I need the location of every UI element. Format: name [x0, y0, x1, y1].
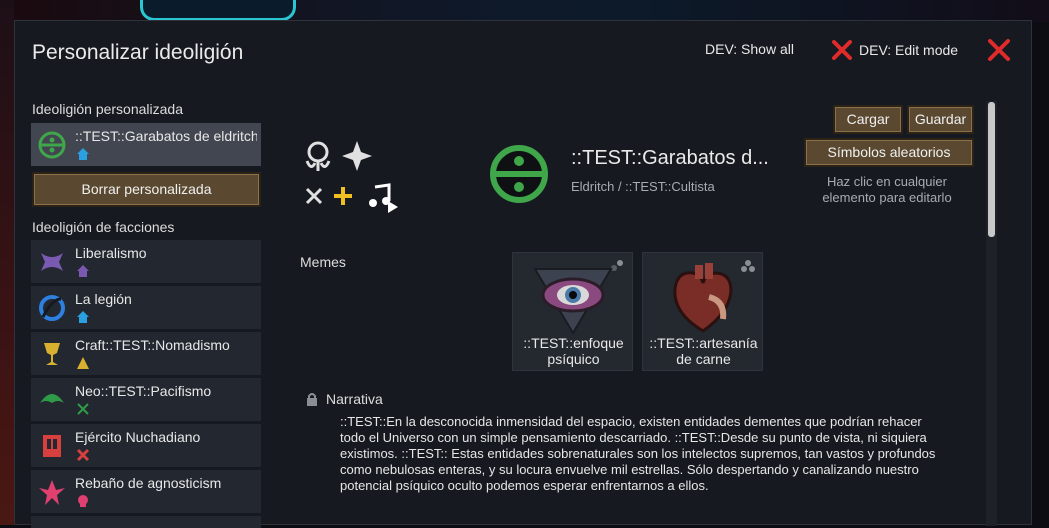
faction-item-la-legion[interactable]: La legión [31, 286, 261, 329]
narrative-label: Narrativa [326, 391, 383, 407]
flock-icon [39, 480, 65, 505]
faction-label: Craft::TEST::Nomadismo [75, 337, 230, 353]
skull-icon [78, 495, 88, 507]
faction-label: Ejército Nuchadiano [75, 429, 201, 445]
liberalism-icon [41, 253, 63, 271]
army-icon [43, 435, 61, 457]
ideo-main-symbol-icon[interactable] [486, 144, 552, 204]
faction-item-nomadismo[interactable]: Craft::TEST::Nomadismo [31, 332, 261, 375]
red-x-icon [832, 40, 852, 60]
faction-label: La legión [75, 291, 132, 307]
narrative-text[interactable]: ::TEST::En la desconocida inmensidad del… [340, 414, 940, 494]
memes-label: Memes [300, 254, 346, 270]
faction-label: Rebaño de agnosticism [75, 475, 222, 491]
faction-item-partial[interactable] [31, 516, 261, 528]
faction-item-ejercito[interactable]: Ejército Nuchadiano [31, 424, 261, 467]
plus-icon[interactable] [332, 185, 354, 207]
fragment-symbol-icon[interactable] [303, 185, 325, 207]
edit-hint: Haz clic en cualquier elemento para edit… [822, 174, 952, 205]
crossed-tools-icon [77, 403, 89, 415]
load-button[interactable]: Cargar [833, 105, 903, 134]
faction-item-rebano[interactable]: Rebaño de agnosticism [31, 470, 261, 513]
delete-custom-button[interactable]: Borrar personalizada [32, 172, 261, 207]
house-icon [77, 311, 89, 323]
crossed-swords-icon [76, 448, 90, 462]
dev-show-all-button[interactable]: DEV: Show all [705, 41, 794, 57]
close-icon [988, 39, 1010, 61]
ideo-subtitle: Eldritch / ::TEST::Cultista [571, 179, 715, 194]
faction-item-pacifismo[interactable]: Neo::TEST::Pacifismo [31, 378, 261, 421]
dev-edit-mode-label: DEV: Edit mode [859, 42, 959, 58]
meme-label: ::TEST::artesanía de carne [649, 335, 758, 367]
scrollbar-thumb[interactable] [988, 102, 995, 237]
faction-label: Neo::TEST::Pacifismo [75, 383, 212, 399]
custom-ideo-label: ::TEST::Garabatos de eldritch [75, 128, 257, 144]
meme-label: ::TEST::enfoque psíquico [523, 335, 624, 367]
custom-ideo-item[interactable]: ::TEST::Garabatos de eldritch [31, 123, 261, 166]
meme-card-flesh[interactable]: ::TEST::artesanía de carne [642, 252, 763, 371]
pacifism-icon [40, 394, 64, 403]
dialog-title: Personalizar ideoligión [32, 41, 244, 64]
meme-card-psychic[interactable]: ::TEST::enfoque psíquico [512, 252, 633, 371]
faction-ideos-header: Ideoligión de facciones [32, 219, 175, 235]
close-button[interactable] [987, 38, 1011, 67]
faction-label: Liberalismo [75, 245, 147, 261]
flesh-heart-icon [673, 263, 733, 333]
eldritch-circle-icon [38, 131, 66, 159]
legion-icon [39, 295, 65, 321]
tentacle-symbol-icon[interactable] [301, 139, 335, 173]
psychic-eye-icon [533, 268, 613, 335]
tent-icon [77, 357, 89, 369]
background-edge [0, 0, 14, 525]
ideoligion-dialog: Personalizar ideoligión DEV: Show all DE… [14, 20, 1032, 528]
background-object [140, 0, 296, 21]
dev-edit-mode-button[interactable]: DEV: Edit mode [831, 39, 958, 61]
star-symbol-icon[interactable] [340, 139, 374, 173]
faction-item-liberalismo[interactable]: Liberalismo [31, 240, 261, 283]
save-button[interactable]: Guardar [907, 105, 974, 134]
ideo-name[interactable]: ::TEST::Garabatos d... [571, 147, 769, 170]
lock-icon[interactable] [306, 392, 318, 406]
house-icon [77, 148, 89, 160]
meme-impact-dots-icon [741, 260, 755, 272]
random-symbols-button[interactable]: Símbolos aleatorios [804, 138, 974, 167]
house-icon [77, 265, 89, 277]
custom-ideo-header: Ideoligión personalizada [32, 101, 183, 117]
chalice-icon [44, 343, 60, 365]
music-play-icon[interactable] [367, 183, 399, 213]
